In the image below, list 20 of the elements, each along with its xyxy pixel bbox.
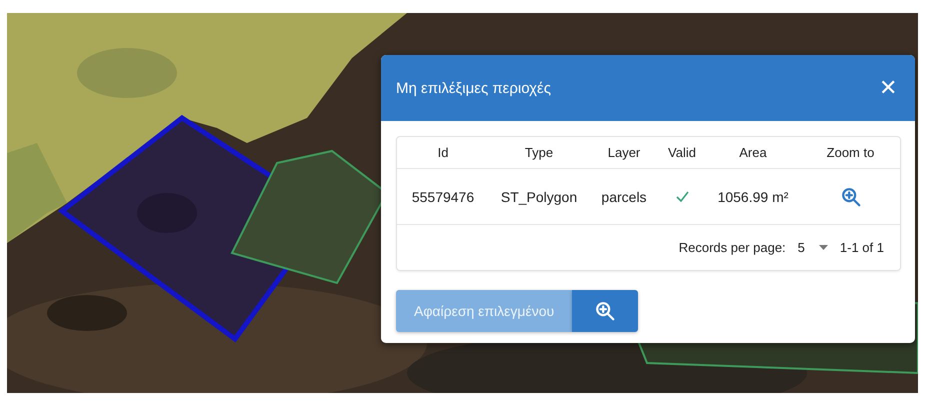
caret-icon <box>818 245 828 250</box>
close-button[interactable]: ✕ <box>879 77 897 99</box>
column-header: Layer <box>606 145 642 160</box>
page-range: 1-1 of 1 <box>840 240 884 255</box>
zoom-in-icon <box>594 300 616 322</box>
table-cell-text: parcels <box>600 188 648 204</box>
zoom-button[interactable] <box>572 290 638 332</box>
table-cell-text: ST_Polygon <box>500 188 578 204</box>
table-cell-text: 55579476 <box>410 188 476 204</box>
records-per-page-select[interactable]: 5 <box>798 240 828 255</box>
records-per-page-label: Records per page: <box>678 240 786 255</box>
column-header: Valid <box>667 145 697 160</box>
column-header: Id <box>436 145 450 160</box>
dialog-title: Μη επιλέξιμες περιοχές <box>396 80 551 96</box>
column-header: Zoom to <box>826 145 876 160</box>
zoom-in-icon <box>840 186 862 208</box>
column-header: Area <box>738 145 768 160</box>
zoom-button[interactable] <box>840 186 862 208</box>
table-cell-text: 1056.99 m² <box>716 188 790 204</box>
column-header: Type <box>524 145 554 160</box>
